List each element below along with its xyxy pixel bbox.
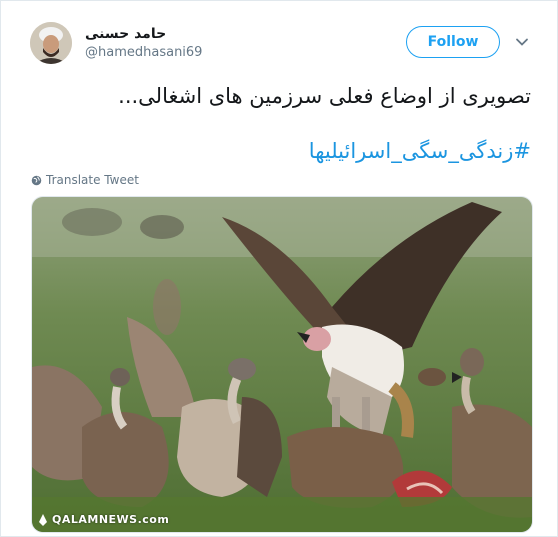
translate-tweet-link[interactable]: Translate Tweet: [31, 173, 139, 187]
tweet-text: تصویری از اوضاع فعلی سرزمین های اشغالی..…: [118, 84, 531, 108]
chevron-down-icon[interactable]: [515, 35, 529, 49]
globe-icon: [31, 175, 42, 185]
media-watermark: QALAMNEWS.com: [38, 513, 169, 526]
pen-logo-icon: [39, 513, 47, 526]
hashtag-link[interactable]: #زندگی_سگی_اسرائیلیها: [309, 139, 531, 163]
avatar[interactable]: [30, 22, 72, 64]
translate-label: Translate Tweet: [46, 173, 139, 187]
follow-button[interactable]: Follow: [406, 26, 500, 58]
tweet-photo[interactable]: QALAMNEWS.com: [31, 196, 533, 533]
tweet-card: حامد حسنی @hamedhasani69 Follow تصویری ا…: [0, 0, 558, 537]
author-handle[interactable]: @hamedhasani69: [85, 45, 202, 60]
author-name[interactable]: حامد حسنی: [85, 26, 166, 42]
vultures-photo: [32, 197, 532, 532]
avatar-image: [30, 22, 72, 64]
watermark-text: QALAMNEWS.com: [52, 513, 170, 526]
